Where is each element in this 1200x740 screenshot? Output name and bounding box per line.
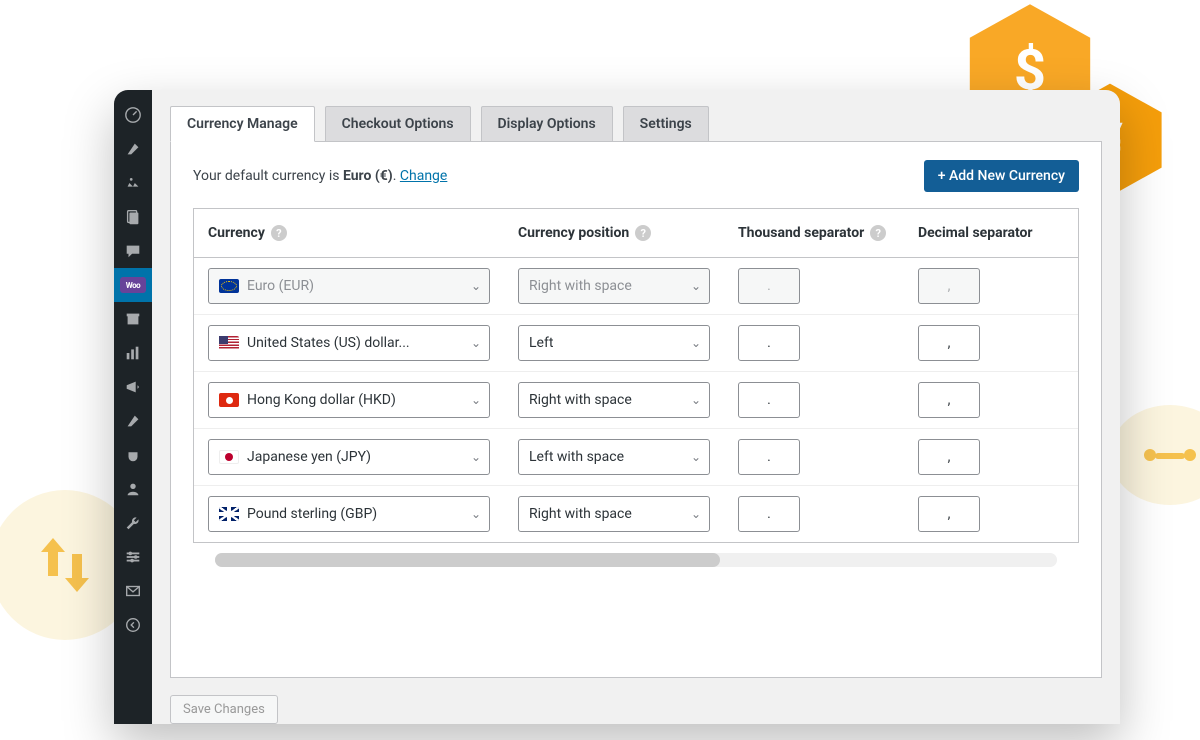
sidebar-analytics[interactable]: [114, 336, 152, 370]
decimal-input[interactable]: [918, 325, 980, 361]
help-icon[interactable]: ?: [870, 225, 886, 241]
sidebar-comments[interactable]: [114, 234, 152, 268]
currency-select[interactable]: Japanese yen (JPY)⌄: [208, 439, 490, 475]
chevron-down-icon: ⌄: [471, 507, 481, 521]
flag-icon: [219, 393, 239, 407]
currency-select[interactable]: Hong Kong dollar (HKD)⌄: [208, 382, 490, 418]
save-changes-button[interactable]: Save Changes: [170, 695, 278, 724]
sidebar-products[interactable]: [114, 302, 152, 336]
horizontal-scrollbar[interactable]: [215, 553, 1057, 567]
flag-icon: [219, 507, 239, 521]
sidebar-users[interactable]: [114, 472, 152, 506]
currency-row: United States (US) dollar...⌄ Left⌄: [194, 315, 1079, 372]
sidebar-woocommerce[interactable]: Woo: [114, 268, 152, 302]
settings-tabs: Currency Manage Checkout Options Display O…: [152, 106, 1120, 142]
currency-manage-panel: Your default currency is Euro (€). Chang…: [170, 141, 1102, 678]
col-currency: Currency?: [194, 209, 504, 257]
thousand-input: [738, 268, 800, 304]
sidebar-plugins[interactable]: [114, 438, 152, 472]
col-position: Currency position?: [504, 209, 724, 257]
chevron-down-icon: ⌄: [471, 336, 481, 350]
flag-icon: [219, 450, 239, 464]
sidebar-mail[interactable]: [114, 574, 152, 608]
decimal-input[interactable]: [918, 496, 980, 532]
currency-table: Currency? Currency position? Thousand se…: [193, 208, 1079, 543]
chevron-down-icon: ⌄: [691, 393, 701, 407]
tab-currency-manage[interactable]: Currency Manage: [170, 106, 315, 142]
default-currency-line: Your default currency is Euro (€). Chang…: [193, 168, 447, 184]
main-content: Currency Manage Checkout Options Display O…: [152, 90, 1120, 724]
chevron-down-icon: ⌄: [471, 393, 481, 407]
sidebar-media[interactable]: [114, 166, 152, 200]
decimal-input[interactable]: [918, 382, 980, 418]
thousand-input[interactable]: [738, 439, 800, 475]
decorative-face-badge: [1110, 405, 1200, 505]
wp-admin-sidebar: Woo: [114, 90, 152, 724]
tab-settings[interactable]: Settings: [623, 106, 709, 142]
position-select[interactable]: Right with space⌄: [518, 496, 710, 532]
position-select[interactable]: Left⌄: [518, 325, 710, 361]
currency-row: Pound sterling (GBP)⌄ Right with space⌄: [194, 486, 1079, 542]
thousand-input[interactable]: [738, 382, 800, 418]
currency-select[interactable]: Pound sterling (GBP)⌄: [208, 496, 490, 532]
sidebar-settings[interactable]: [114, 540, 152, 574]
thousand-input[interactable]: [738, 325, 800, 361]
col-thousand: Thousand separator?: [724, 209, 904, 257]
sidebar-tools[interactable]: [114, 506, 152, 540]
help-icon[interactable]: ?: [271, 225, 287, 241]
currency-row: Hong Kong dollar (HKD)⌄ Right with space⌄: [194, 372, 1079, 429]
decimal-input: [918, 268, 980, 304]
thousand-input[interactable]: [738, 496, 800, 532]
chevron-down-icon: ⌄: [691, 279, 701, 293]
tab-display-options[interactable]: Display Options: [481, 106, 613, 142]
table-header: Currency? Currency position? Thousand se…: [194, 209, 1079, 258]
position-select[interactable]: Right with space⌄: [518, 382, 710, 418]
updown-arrows-icon: [35, 530, 95, 600]
col-decimal: Decimal separator: [904, 209, 1079, 257]
sidebar-appearance[interactable]: [114, 404, 152, 438]
chevron-down-icon: ⌄: [691, 507, 701, 521]
chevron-down-icon: ⌄: [691, 450, 701, 464]
tab-checkout-options[interactable]: Checkout Options: [325, 106, 471, 142]
currency-row: Japanese yen (JPY)⌄ Left with space⌄: [194, 429, 1079, 486]
change-default-link[interactable]: Change: [400, 168, 447, 184]
chevron-down-icon: ⌄: [471, 279, 481, 293]
currency-row: Euro (EUR)⌄ Right with space⌄: [194, 258, 1079, 315]
flag-icon: [219, 336, 239, 350]
chevron-down-icon: ⌄: [691, 336, 701, 350]
sidebar-collapse[interactable]: [114, 608, 152, 642]
help-icon[interactable]: ?: [635, 225, 651, 241]
admin-window: Woo Currency Manage Checkout Options Displ…: [114, 90, 1120, 724]
add-new-currency-button[interactable]: + Add New Currency: [924, 160, 1079, 192]
currency-select: Euro (EUR)⌄: [208, 268, 490, 304]
sidebar-pages[interactable]: [114, 200, 152, 234]
currency-select[interactable]: United States (US) dollar...⌄: [208, 325, 490, 361]
flag-icon: [219, 279, 239, 293]
position-select[interactable]: Left with space⌄: [518, 439, 710, 475]
decimal-input[interactable]: [918, 439, 980, 475]
sidebar-posts[interactable]: [114, 132, 152, 166]
position-select: Right with space⌄: [518, 268, 710, 304]
sidebar-dashboard[interactable]: [114, 98, 152, 132]
chevron-down-icon: ⌄: [471, 450, 481, 464]
sidebar-marketing[interactable]: [114, 370, 152, 404]
